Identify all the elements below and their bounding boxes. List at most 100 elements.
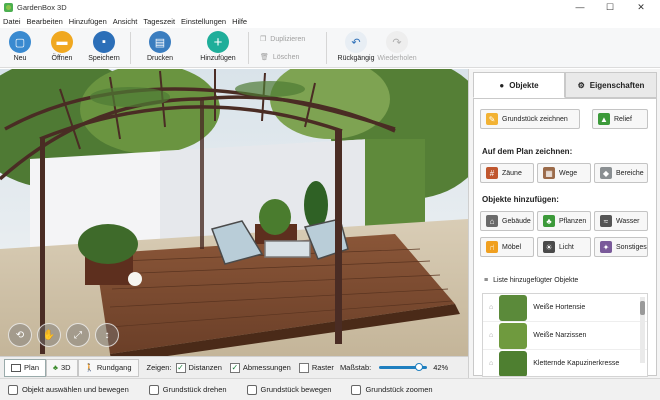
menu-bearbeiten[interactable]: Bearbeiten xyxy=(24,17,66,26)
move-icon xyxy=(246,384,257,395)
toolbar-separator xyxy=(130,32,131,64)
3d-viewport[interactable] xyxy=(0,69,468,356)
tab-properties-label: Eigenschaften xyxy=(589,80,645,90)
scale-slider[interactable] xyxy=(379,363,428,371)
list-item[interactable]: ⌂ Weiße Hortensie xyxy=(483,294,647,322)
tree-icon: ♣ xyxy=(543,215,555,227)
undo-icon: ↶ xyxy=(345,31,367,53)
plan-label: Plan xyxy=(24,363,40,372)
plants-label: Pflanzen xyxy=(559,217,587,225)
grid-checkbox[interactable]: Raster xyxy=(298,362,334,373)
area-icon: ◆ xyxy=(600,167,612,179)
areas-button[interactable]: ◆ Bereiche xyxy=(594,163,648,183)
furniture-button[interactable]: ⑁ Möbel xyxy=(480,237,534,257)
panel-tabs: ● Objekte ⚙ Eigenschaften xyxy=(473,72,657,98)
menu-hinzufuegen[interactable]: Hinzufügen xyxy=(66,17,110,26)
scroll-thumb[interactable] xyxy=(640,301,645,315)
pencil-icon: ✎ xyxy=(486,113,498,125)
menu-hilfe[interactable]: Hilfe xyxy=(229,17,250,26)
open-button[interactable]: ▬ Öffnen xyxy=(42,31,82,62)
dimensions-checkbox[interactable]: ✓ Abmessungen xyxy=(229,362,291,373)
save-label: Speichern xyxy=(88,55,120,62)
fence-icon: # xyxy=(486,167,498,179)
side-panel: ● Objekte ⚙ Eigenschaften ✎ Grundstück z… xyxy=(468,69,660,378)
close-button[interactable]: ✕ xyxy=(626,0,656,14)
distances-checkbox[interactable]: ✓ Distanzen xyxy=(175,362,222,373)
status-bar: Objekt auswählen und bewegen Grundstück … xyxy=(0,378,660,400)
scale-label: Maßstab: xyxy=(339,363,372,372)
water-button[interactable]: ≈ Wasser xyxy=(594,211,648,231)
object-list[interactable]: ⌂ Weiße Hortensie ⌂ Weiße Narzissen ⌂ Kl… xyxy=(482,293,648,377)
status-zoom: Grundstück zoomen xyxy=(351,384,433,395)
toolbar-separator xyxy=(326,32,327,64)
tab-objects[interactable]: ● Objekte xyxy=(473,72,565,98)
tab-properties[interactable]: ⚙ Eigenschaften xyxy=(565,72,657,98)
add-button[interactable]: + Hinzufügen xyxy=(198,31,238,62)
list-item[interactable]: ⌂ Weiße Narzissen xyxy=(483,322,647,350)
plants-button[interactable]: ♣ Pflanzen xyxy=(537,211,591,231)
house-icon: ⌂ xyxy=(486,215,498,227)
check-icon: ✓ xyxy=(229,362,240,373)
menu-tageszeit[interactable]: Tageszeit xyxy=(140,17,178,26)
undo-label: Rückgängig xyxy=(337,55,375,62)
relief-button[interactable]: ▲ Relief xyxy=(592,109,648,129)
height-icon[interactable]: ↕ xyxy=(95,323,119,347)
areas-label: Bereiche xyxy=(616,169,644,177)
plus-icon: + xyxy=(207,31,229,53)
view-bar: Plan ♣ 3D 🚶 Rundgang Zeigen: ✓ Distanzen… xyxy=(0,356,468,378)
walking-person-icon: 🚶 xyxy=(84,363,94,372)
add-objects-heading: Objekte hinzufügen: xyxy=(482,195,559,204)
tab-plan[interactable]: Plan xyxy=(4,358,47,377)
hand-icon[interactable]: ✋ xyxy=(37,323,61,347)
minimize-button[interactable]: — xyxy=(565,0,595,14)
object-list-title: Liste hinzugefügter Objekte xyxy=(493,277,579,284)
light-button[interactable]: ☀ Licht xyxy=(537,237,591,257)
undo-button[interactable]: ↶ Rückgängig xyxy=(334,31,378,62)
grid-label: Raster xyxy=(311,363,334,372)
list-scrollbar[interactable] xyxy=(640,297,645,363)
menu-datei[interactable]: Datei xyxy=(0,17,24,26)
lock-icon: ⌂ xyxy=(489,360,494,367)
unchecked-box xyxy=(298,362,309,373)
light-label: Licht xyxy=(559,243,574,251)
relief-label: Relief xyxy=(614,115,632,123)
buildings-button[interactable]: ⌂ Gebäude xyxy=(480,211,534,231)
other-button[interactable]: ✦ Sonstiges xyxy=(594,237,648,257)
redo-label: Wiederholen xyxy=(377,55,417,62)
save-button[interactable]: ▪ Speichern xyxy=(84,31,124,62)
delete-button[interactable]: 🗑 Löschen xyxy=(260,53,300,62)
3d-label: 3D xyxy=(60,363,71,372)
new-button[interactable]: ▢ Neu xyxy=(0,31,40,62)
redo-button[interactable]: ↷ Wiederholen xyxy=(374,31,420,62)
maximize-button[interactable]: ☐ xyxy=(595,0,625,14)
status-move-label: Grundstück bewegen xyxy=(260,385,332,394)
menu-ansicht[interactable]: Ansicht xyxy=(110,17,141,26)
slider-knob[interactable] xyxy=(415,363,424,371)
fences-button[interactable]: # Zäune xyxy=(480,163,534,183)
rotate-icon[interactable]: ⟲ xyxy=(8,323,32,347)
list-item[interactable]: ⌂ Kletternde Kapuzinerkresse xyxy=(483,350,647,376)
sparkle-icon: ✦ xyxy=(600,241,612,253)
status-zoom-label: Grundstück zoomen xyxy=(365,385,433,394)
print-button[interactable]: ▤ Drucken xyxy=(140,31,180,62)
lock-icon: ⌂ xyxy=(489,304,494,311)
menu-einstellungen[interactable]: Einstellungen xyxy=(178,17,229,26)
draw-plot-button[interactable]: ✎ Grundstück zeichnen xyxy=(480,109,580,129)
duplicate-button[interactable]: ❐ Duplizieren xyxy=(260,35,305,44)
zoom-icon[interactable]: ⤢ xyxy=(66,323,90,347)
paths-button[interactable]: ▦ Wege xyxy=(537,163,591,183)
tab-walk[interactable]: 🚶 Rundgang xyxy=(77,358,139,377)
tree-icon: ♣ xyxy=(53,363,58,372)
layers-icon: ≡ xyxy=(484,277,489,284)
buildings-label: Gebäude xyxy=(502,217,531,225)
tab-objects-label: Objekte xyxy=(509,80,539,90)
printer-icon: ▤ xyxy=(149,31,171,53)
walk-label: Rundgang xyxy=(96,363,132,372)
duplicate-icon: ❐ xyxy=(260,36,267,43)
delete-label: Löschen xyxy=(272,53,300,61)
lamp-icon: ☀ xyxy=(543,241,555,253)
tab-3d[interactable]: ♣ 3D xyxy=(46,358,78,377)
check-icon: ✓ xyxy=(175,362,186,373)
status-move: Grundstück bewegen xyxy=(246,384,332,395)
list-item-label: Weiße Hortensie xyxy=(533,304,586,311)
